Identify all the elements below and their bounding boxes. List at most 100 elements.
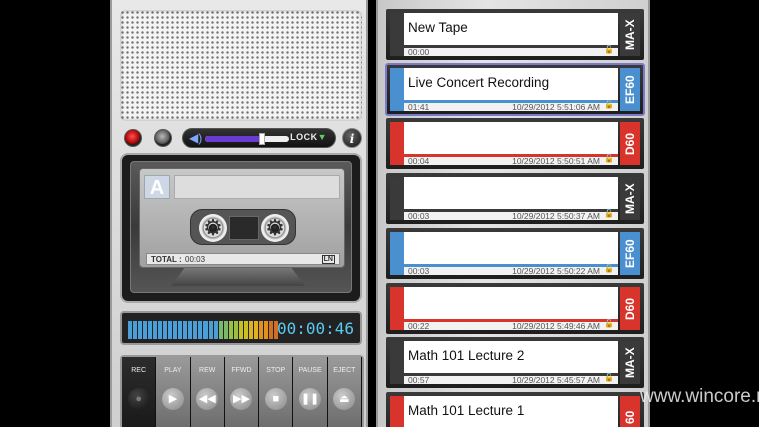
level-meter-bar xyxy=(138,321,143,339)
unlock-icon[interactable]: 🔓 xyxy=(604,264,614,273)
fast-forward-icon: ▶▶ xyxy=(230,388,253,410)
play-button[interactable]: PLAY ▶ xyxy=(156,357,191,427)
tape-title: Live Concert Recording xyxy=(408,74,550,90)
recorder-panel: ◀) LOCK▼ i A ⚙ ⚙ TOTAL : 00:03 LN 00:00:… xyxy=(110,0,368,427)
tape-item[interactable]: New Tape 00:00 🔓 MA-X xyxy=(386,9,644,60)
level-meter-bar xyxy=(258,321,263,339)
level-meter-bar xyxy=(243,321,248,339)
stop-button[interactable]: STOP ■ xyxy=(259,357,294,427)
cassette-window: ⚙ ⚙ xyxy=(190,209,296,245)
triangle-down-icon: ▼ xyxy=(317,132,327,142)
tape-duration: 00:22 xyxy=(408,320,430,331)
tape-date: 10/29/2012 5:50:37 AM xyxy=(512,211,600,222)
tape-window xyxy=(229,216,259,240)
tape-label: New Tape 00:00 🔓 xyxy=(390,13,618,57)
rew-button[interactable]: REW ◀◀ xyxy=(190,357,225,427)
elapsed-timer: 00:00:46 xyxy=(276,319,354,338)
tape-item[interactable]: 00:03 10/29/2012 5:50:37 AM 🔓 MA-X xyxy=(386,173,644,225)
level-meter-bar xyxy=(233,321,238,339)
lock-toggle[interactable]: LOCK▼ xyxy=(290,132,327,142)
volume-handle[interactable] xyxy=(259,133,266,145)
tape-type-label: EF60 xyxy=(620,67,640,111)
transport-label: PAUSE xyxy=(298,367,322,374)
record-indicator-icon[interactable] xyxy=(124,129,142,147)
tape-item[interactable]: 00:22 10/29/2012 5:49:46 AM 🔓 D60 xyxy=(386,282,644,334)
tape-title: Math 101 Lecture 2 xyxy=(408,348,525,364)
tape-duration: 00:03 xyxy=(408,265,430,276)
tape-label: 00:22 10/29/2012 5:49:46 AM 🔓 xyxy=(390,286,618,331)
level-meter-bar xyxy=(218,321,223,339)
level-meter-bar xyxy=(198,321,203,339)
tape-label: 00:03 10/29/2012 5:50:37 AM 🔓 xyxy=(390,177,618,222)
cassette-label xyxy=(174,175,340,199)
unlock-icon[interactable]: 🔓 xyxy=(604,100,614,109)
tape-date: 10/29/2012 5:50:22 AM xyxy=(512,265,600,276)
unlock-icon[interactable]: 🔓 xyxy=(604,45,614,54)
tape-date: 10/29/2012 5:45:57 AM xyxy=(512,375,600,386)
tape-type-label: MA-X xyxy=(620,13,640,56)
tape-item[interactable]: 00:04 10/29/2012 5:50:51 AM 🔓 D60 xyxy=(386,118,644,170)
tape-date: 10/29/2012 5:49:46 AM xyxy=(512,320,600,331)
level-meter-bars xyxy=(128,319,278,339)
level-meter-bar xyxy=(128,321,133,339)
tape-duration: 00:00 xyxy=(408,47,430,57)
level-meter-bar xyxy=(253,321,258,339)
tape-label: Math 101 Lecture 2 00:57 10/29/2012 5:45:5… xyxy=(390,341,618,386)
tape-label: 00:03 10/29/2012 5:50:22 AM 🔓 xyxy=(390,231,618,276)
level-meter-bar xyxy=(183,321,188,339)
unlock-icon[interactable]: 🔓 xyxy=(604,209,614,218)
level-meter-bar xyxy=(263,321,268,339)
cassette: A ⚙ ⚙ TOTAL : 00:03 LN xyxy=(139,168,345,268)
unlock-icon[interactable]: 🔓 xyxy=(604,154,614,163)
unlock-icon[interactable]: 🔓 xyxy=(604,319,614,328)
volume-fill xyxy=(205,136,263,142)
right-reel-icon: ⚙ xyxy=(261,214,289,242)
tape-item[interactable]: Math 101 Lecture 1🔓60 xyxy=(386,391,644,427)
record-icon: ● xyxy=(127,388,150,410)
tape-date: 10/29/2012 5:50:51 AM xyxy=(512,156,600,167)
level-meter-bar xyxy=(208,321,213,339)
ffwd-button[interactable]: FFWD ▶▶ xyxy=(224,357,260,427)
deck-window: A ⚙ ⚙ TOTAL : 00:03 LN xyxy=(130,161,352,293)
level-meter-bar xyxy=(248,321,253,339)
tape-label: Math 101 Lecture 1🔓 xyxy=(390,395,618,427)
tape-title: Math 101 Lecture 1 xyxy=(408,402,525,418)
level-meter-bar xyxy=(158,321,163,339)
tape-list: New Tape 00:00 🔓 MA-X Live Concert Recording… xyxy=(376,0,650,427)
total-bar: TOTAL : 00:03 LN xyxy=(146,253,340,265)
level-meter-bar xyxy=(133,321,138,339)
level-meter-bar xyxy=(268,321,273,339)
tape-item[interactable]: Live Concert Recording 01:41 10/29/2012 5:… xyxy=(385,62,645,116)
tape-type-label: MA-X xyxy=(620,341,640,385)
transport-controls: REC ● PLAY ▶ REW ◀◀ FFWD ▶▶ STOP ■ PAUSE ❚❚ EJECT ⏏ xyxy=(120,355,364,427)
tape-duration: 00:03 xyxy=(408,211,430,222)
pause-button[interactable]: PAUSE ❚❚ xyxy=(293,357,328,427)
speaker-icon: ◀) xyxy=(189,131,203,145)
tape-label: Live Concert Recording 01:41 10/29/2012 5:… xyxy=(390,67,618,112)
transport-label: PLAY xyxy=(164,367,182,374)
level-meter-bar xyxy=(168,321,173,339)
tape-item[interactable]: 00:03 10/29/2012 5:50:22 AM 🔓 EF60 xyxy=(386,227,644,279)
unlock-icon[interactable]: 🔓 xyxy=(604,373,614,382)
eject-button[interactable]: EJECT ⏏ xyxy=(327,357,362,427)
rec-button[interactable]: REC ● xyxy=(122,357,157,427)
transport-label: EJECT xyxy=(333,367,356,374)
transport-label: REW xyxy=(199,367,216,374)
volume-slider[interactable]: ◀) LOCK▼ xyxy=(182,128,336,148)
info-button[interactable]: i xyxy=(342,128,362,148)
monitor-indicator-icon[interactable] xyxy=(154,129,172,147)
tape-item[interactable]: Math 101 Lecture 2 00:57 10/29/2012 5:45:5… xyxy=(386,337,644,389)
tape-duration: 00:57 xyxy=(408,375,430,386)
lock-label: LOCK xyxy=(290,132,318,142)
level-meter-bar xyxy=(143,321,148,339)
level-meter-bar xyxy=(228,321,233,339)
volume-track[interactable] xyxy=(205,133,289,145)
cassette-logo: LN xyxy=(321,255,335,264)
tape-type-label: D60 xyxy=(620,286,640,330)
transport-label: REC xyxy=(131,367,147,374)
tape-type-label: 60 xyxy=(620,395,640,427)
pause-icon: ❚❚ xyxy=(299,388,322,410)
cassette-deck: A ⚙ ⚙ TOTAL : 00:03 LN xyxy=(120,153,362,303)
stop-icon: ■ xyxy=(264,388,287,410)
level-meter-bar xyxy=(193,321,198,339)
